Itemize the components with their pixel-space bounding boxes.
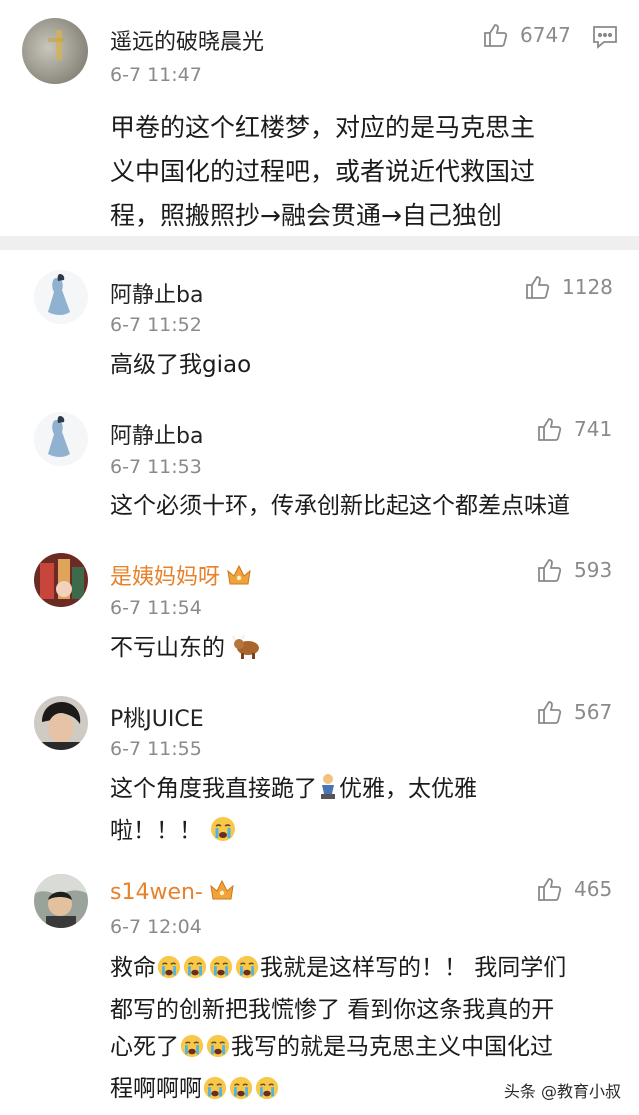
avatar[interactable] bbox=[34, 696, 88, 750]
main-comment-card: 遥远的破晓晨光 6-7 11:47 6747 甲卷的这个红楼梦，对应的是马克思主… bbox=[0, 0, 639, 236]
username[interactable]: 阿静止ba bbox=[110, 277, 203, 309]
timestamp: 6-7 11:55 bbox=[110, 738, 202, 760]
crown-badge-icon bbox=[226, 563, 252, 593]
avatar[interactable] bbox=[34, 874, 88, 928]
like-button[interactable]: 465 bbox=[536, 876, 612, 902]
username[interactable]: s14wen- bbox=[110, 878, 235, 908]
timestamp: 6-7 12:04 bbox=[110, 916, 202, 938]
timestamp: 6-7 11:53 bbox=[110, 456, 202, 478]
reply-text-part: 啦！！！ bbox=[110, 818, 202, 844]
thumb-up-icon bbox=[484, 24, 508, 47]
crying-emoji bbox=[209, 815, 237, 855]
like-button[interactable]: 567 bbox=[536, 699, 612, 725]
reply-text-part: 程啊啊啊 bbox=[110, 1076, 202, 1102]
section-divider bbox=[0, 236, 639, 250]
cow-emoji bbox=[232, 634, 262, 672]
watermark: 头条 @教育小叔 bbox=[499, 1077, 625, 1103]
crying-emoji bbox=[208, 954, 234, 992]
avatar[interactable] bbox=[34, 412, 88, 466]
like-count: 6747 bbox=[520, 23, 571, 47]
reply-text: 不亏山东的 bbox=[110, 630, 262, 672]
thumb-up-icon bbox=[526, 276, 550, 299]
username-text: s14wen- bbox=[110, 880, 203, 905]
comment-icon[interactable] bbox=[592, 25, 618, 53]
username[interactable]: 阿静止ba bbox=[110, 418, 203, 450]
replies-list: 阿静止ba 6-7 11:52 1128 高级了我giao 阿静止ba 6-7 … bbox=[0, 250, 639, 1115]
like-button[interactable]: 593 bbox=[536, 557, 612, 583]
timestamp: 6-7 11:54 bbox=[110, 597, 202, 619]
username[interactable]: 遥远的破晓晨光 bbox=[110, 24, 264, 56]
username[interactable]: P桃JUICE bbox=[110, 701, 204, 733]
crying-emoji bbox=[182, 954, 208, 992]
reply-text-part: 都写的创新把我慌惨了 看到你这条我真的开 bbox=[110, 997, 555, 1023]
like-count: 465 bbox=[574, 877, 613, 901]
username-text: 是姨妈妈呀 bbox=[110, 565, 221, 590]
reply-text-part: 这个角度我直接跪了 bbox=[110, 776, 317, 802]
crown-badge-icon bbox=[209, 878, 235, 908]
avatar[interactable] bbox=[34, 270, 88, 324]
reply-text-part: 我写的就是马克思主义中国化过 bbox=[231, 1034, 553, 1060]
reply-text-part: 优雅，太优雅 bbox=[339, 776, 477, 802]
reply-text: 这个角度我直接跪了 优雅，太优雅 啦！！！ bbox=[110, 771, 620, 855]
crying-emoji bbox=[205, 1033, 231, 1071]
crying-emoji bbox=[254, 1075, 280, 1113]
thumb-up-icon bbox=[538, 701, 562, 724]
avatar[interactable] bbox=[22, 18, 88, 84]
comment-line: 义中国化的过程吧，或者说近代救国过 bbox=[110, 157, 536, 186]
like-count: 593 bbox=[574, 558, 613, 582]
crying-emoji bbox=[234, 954, 260, 992]
username[interactable]: 是姨妈妈呀 bbox=[110, 559, 252, 593]
like-count: 741 bbox=[574, 417, 613, 441]
thumb-up-icon bbox=[538, 418, 562, 441]
like-count: 1128 bbox=[562, 275, 613, 299]
comment-line: 程，照搬照抄→融会贯通→自己独创 bbox=[110, 201, 502, 230]
crying-emoji bbox=[179, 1033, 205, 1071]
kneel-emoji bbox=[317, 773, 339, 813]
reply-text-part: 不亏山东的 bbox=[110, 635, 225, 661]
reply-text: 高级了我giao bbox=[110, 352, 252, 378]
like-count: 567 bbox=[574, 700, 613, 724]
reply-text: 这个必须十环，传承创新比起这个都差点味道 bbox=[110, 493, 570, 519]
thumb-up-icon bbox=[538, 559, 562, 582]
like-button[interactable]: 6747 bbox=[482, 22, 571, 48]
comment-line: 甲卷的这个红楼梦，对应的是马克思主 bbox=[110, 113, 536, 142]
crying-emoji bbox=[228, 1075, 254, 1113]
crying-emoji bbox=[202, 1075, 228, 1113]
timestamp: 6-7 11:47 bbox=[110, 64, 202, 86]
avatar[interactable] bbox=[34, 553, 88, 607]
reply-text-part: 救命 bbox=[110, 955, 156, 981]
thumb-up-icon bbox=[538, 878, 562, 901]
comment-text: 甲卷的这个红楼梦，对应的是马克思主 义中国化的过程吧，或者说近代救国过 程，照搬… bbox=[110, 106, 620, 238]
like-button[interactable]: 741 bbox=[536, 416, 612, 442]
like-button[interactable]: 1128 bbox=[524, 274, 613, 300]
reply-text-part: 心死了 bbox=[110, 1034, 179, 1060]
timestamp: 6-7 11:52 bbox=[110, 314, 202, 336]
reply-text-part: 我就是这样写的！！ 我同学们 bbox=[260, 955, 567, 981]
crying-emoji bbox=[156, 954, 182, 992]
